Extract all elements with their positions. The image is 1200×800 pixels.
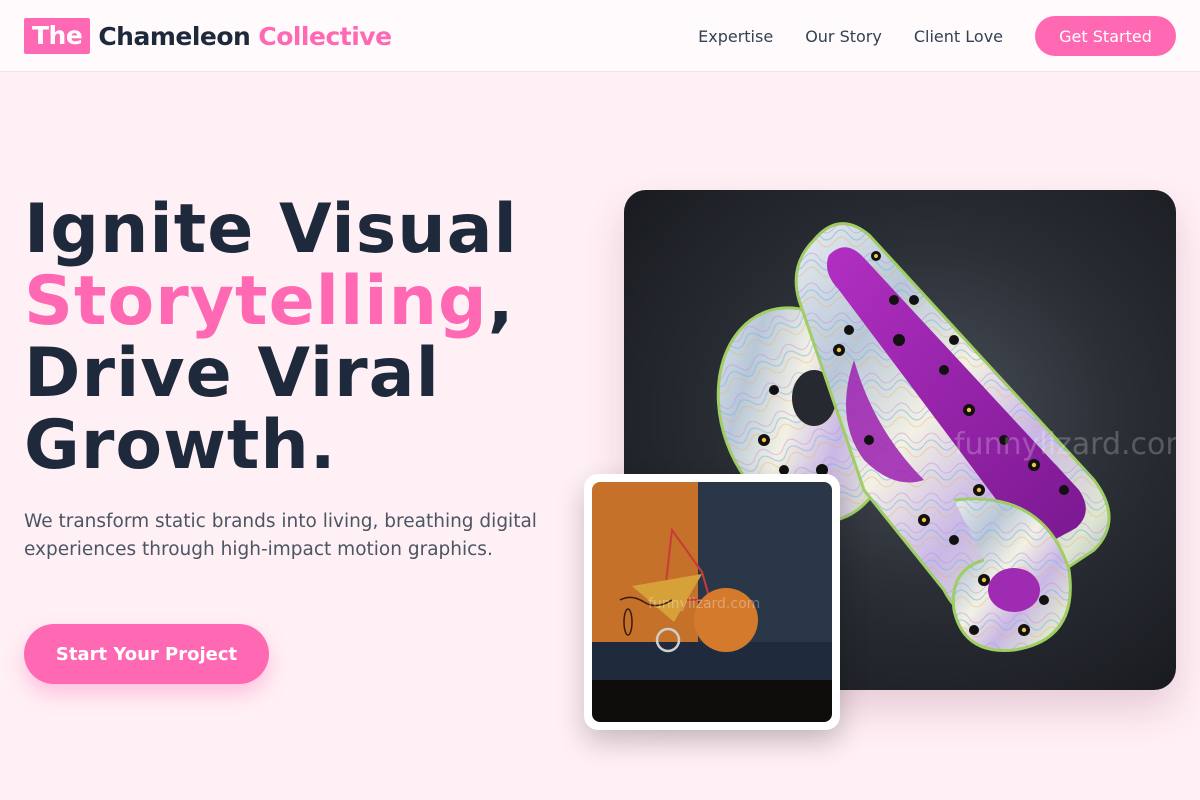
nav-link-our-story[interactable]: Our Story <box>805 27 882 46</box>
logo-name: Chameleon <box>98 21 251 51</box>
thumb-watermark: funnylizard.com <box>648 596 760 612</box>
headline-highlight: Storytelling <box>24 262 488 341</box>
start-project-button[interactable]: Start Your Project <box>24 624 269 684</box>
thumbnail-image: funnylizard.com <box>592 482 832 722</box>
hero-subtext: We transform static brands into living, … <box>24 511 537 560</box>
get-started-button[interactable]: Get Started <box>1035 16 1176 56</box>
headline-comma: , <box>487 262 515 341</box>
nav-link-client-love[interactable]: Client Love <box>914 27 1003 46</box>
nav-links: Expertise Our Story Client Love Get Star… <box>698 16 1176 56</box>
top-navbar: The Chameleon Collective Expertise Our S… <box>0 0 1200 72</box>
headline-line-3: Drive Viral <box>24 334 440 413</box>
brand-logo[interactable]: The Chameleon Collective <box>24 18 392 54</box>
thumbnail-card: funnylizard.com <box>584 474 840 730</box>
logo-accent: Collective <box>258 21 392 51</box>
headline-line-1: Ignite Visual <box>24 190 518 269</box>
still-life-art: funnylizard.com <box>592 482 832 722</box>
headline-line-4: Growth. <box>24 406 337 485</box>
hero-headline: Ignite Visual Storytelling, Drive Viral … <box>24 194 584 482</box>
main-watermark: funnylizard.com <box>954 427 1176 462</box>
logo-badge: The <box>24 18 91 54</box>
nav-link-expertise[interactable]: Expertise <box>698 27 773 46</box>
